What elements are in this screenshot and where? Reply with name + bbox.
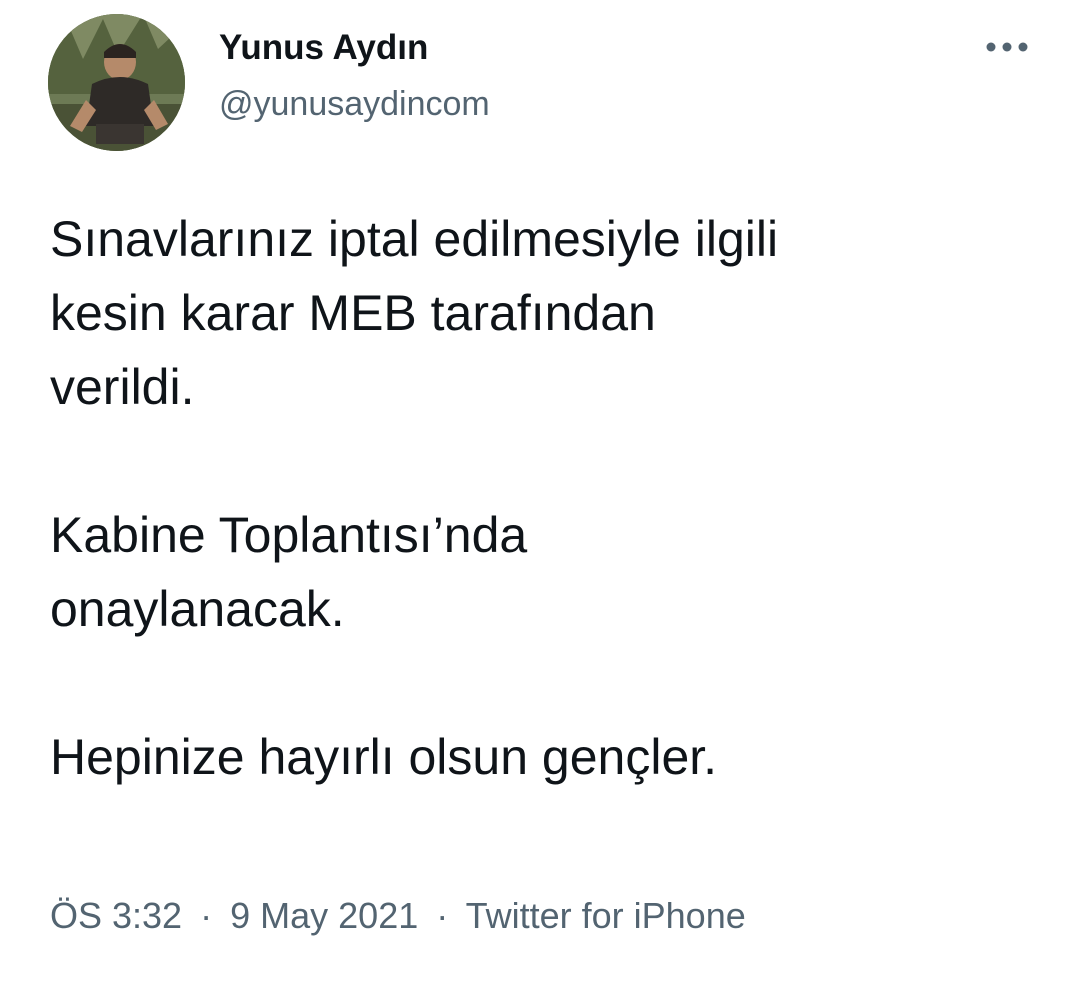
tweet-text: Sınavlarınız iptal edilmesiyle ilgili ke… [50, 202, 1040, 794]
display-name[interactable]: Yunus Aydın [219, 26, 428, 70]
avatar[interactable] [48, 14, 185, 151]
meta-separator: · [436, 895, 449, 936]
tweet-meta: ÖS 3:32 · 9 May 2021 · Twitter for iPhon… [50, 893, 746, 939]
tweet-paragraph: Sınavlarınız iptal edilmesiyle ilgili ke… [50, 211, 779, 415]
tweet-paragraph: Hepinize hayırlı olsun gençler. [50, 729, 718, 785]
user-handle[interactable]: @yunusaydincom [219, 82, 490, 126]
more-options-button[interactable] [982, 30, 1032, 64]
more-horizontal-icon [986, 42, 1028, 52]
meta-separator: · [200, 895, 213, 936]
tweet: Yunus Aydın @yunusaydincom Sınavlarınız … [0, 0, 1080, 981]
tweet-date[interactable]: 9 May 2021 [230, 895, 418, 936]
tweet-paragraph: Kabine Toplantısı’nda onaylanacak. [50, 507, 528, 637]
tweet-source[interactable]: Twitter for iPhone [466, 895, 746, 936]
profile-photo-icon [48, 14, 185, 151]
tweet-time[interactable]: ÖS 3:32 [50, 895, 182, 936]
